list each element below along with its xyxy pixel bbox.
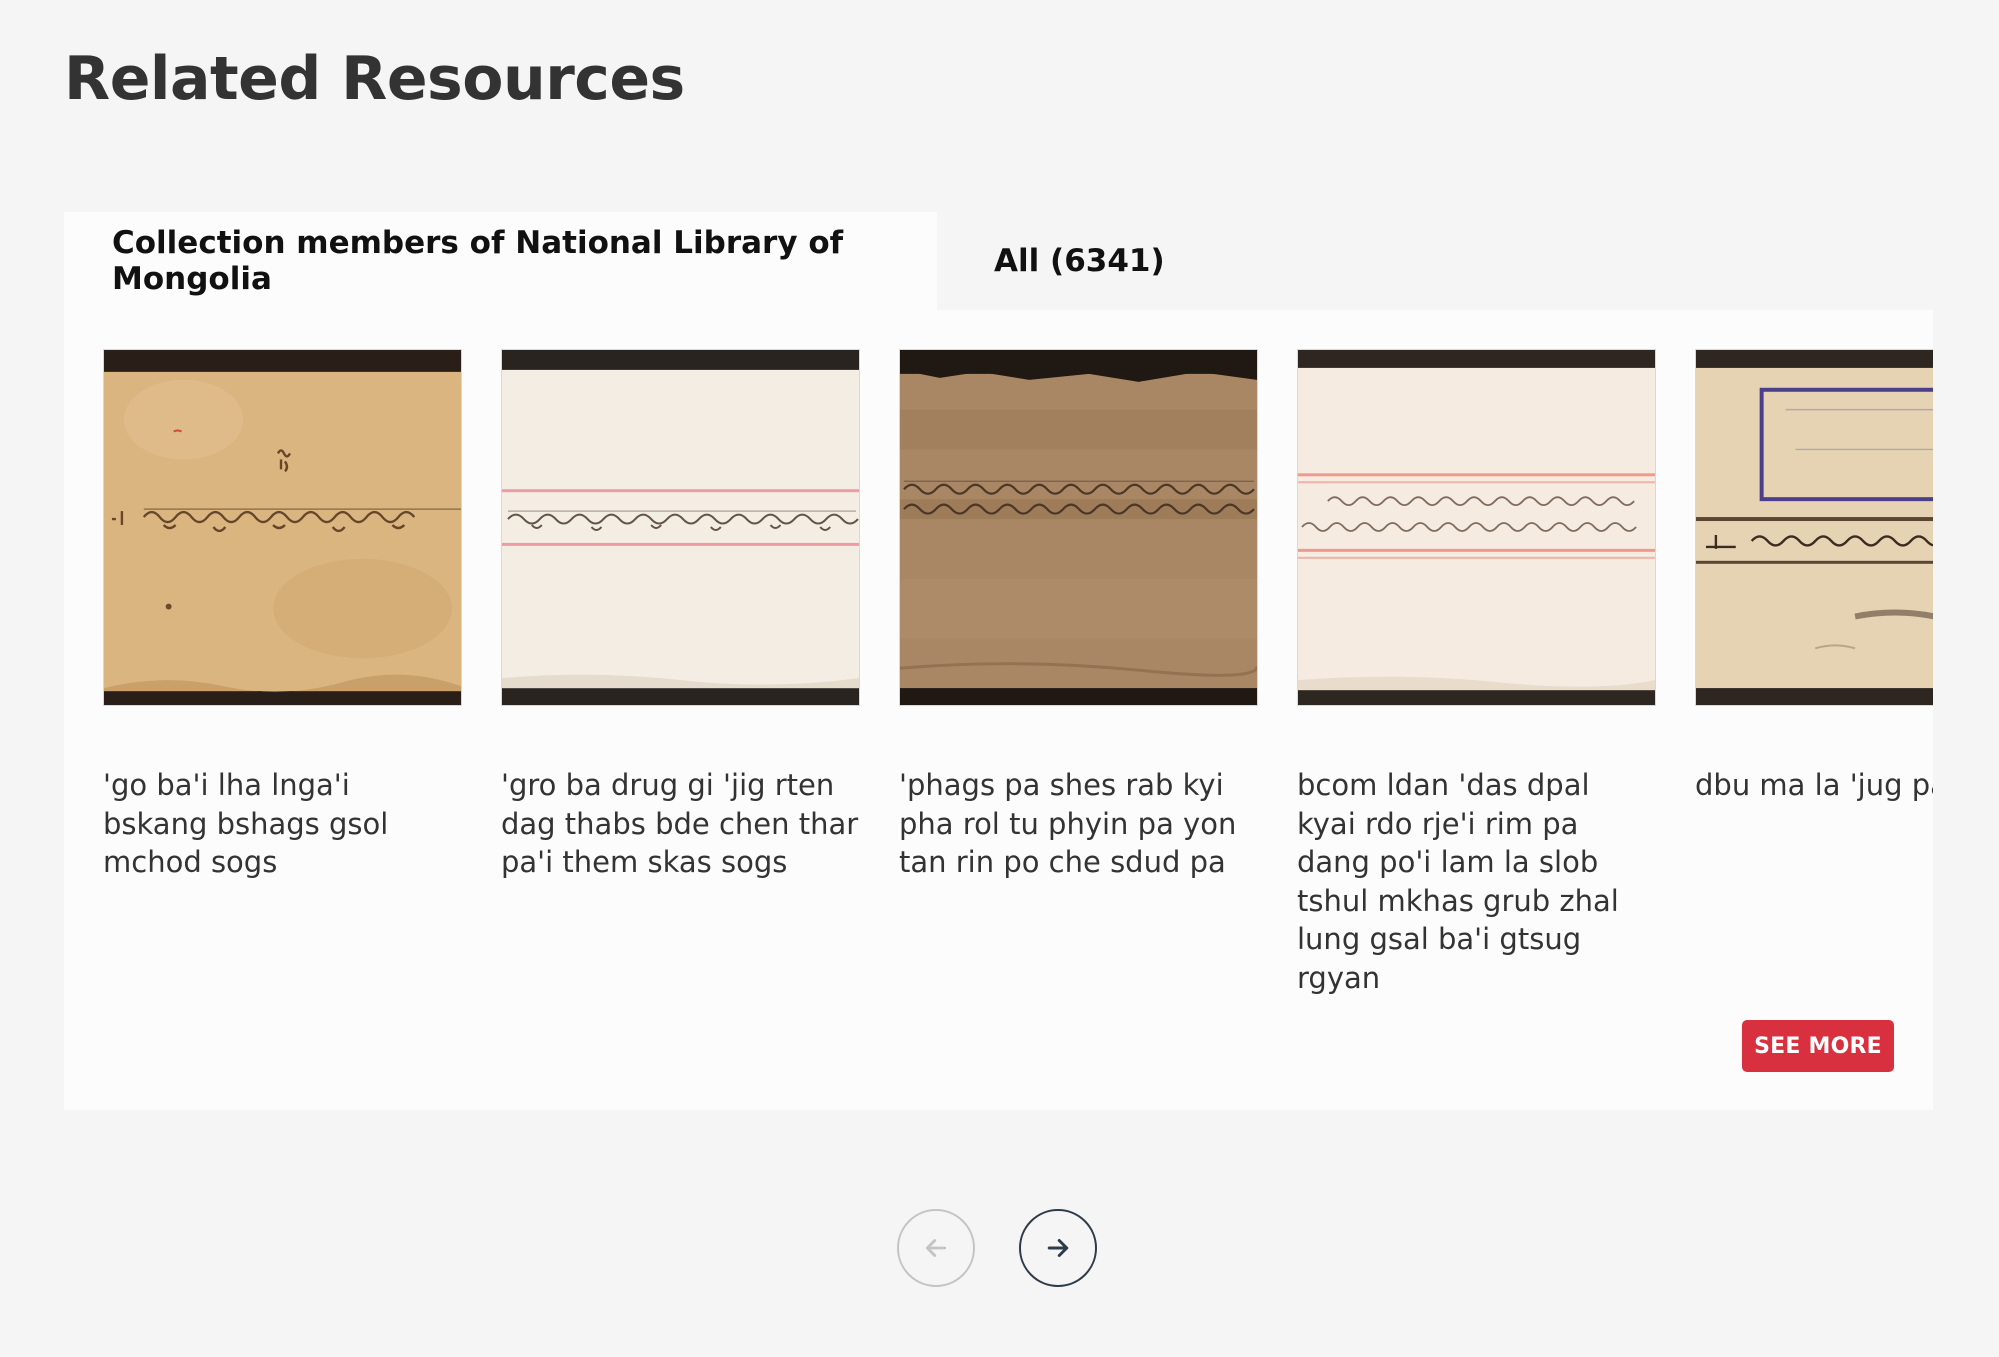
resource-card[interactable]: 'phags pa shes rab kyi pha rol tu phyin … [899, 349, 1258, 882]
card-title[interactable]: bcom ldan 'das dpal kyai rdo rje'i rim p… [1297, 766, 1656, 997]
carousel-prev-button[interactable] [897, 1209, 975, 1287]
resource-card[interactable]: dbu ma la 'jug pa [1695, 349, 1933, 805]
arrow-left-icon [925, 1239, 947, 1257]
resource-carousel: 'go ba'i lha lnga'i bskang bshags gsol m… [64, 310, 1933, 1110]
resource-card[interactable]: bcom ldan 'das dpal kyai rdo rje'i rim p… [1297, 349, 1656, 997]
tab-collection-members[interactable]: Collection members of National Library o… [64, 212, 937, 310]
resource-card[interactable]: 'go ba'i lha lnga'i bskang bshags gsol m… [103, 349, 462, 882]
manuscript-thumbnail[interactable] [1695, 349, 1933, 706]
manuscript-thumbnail[interactable] [103, 349, 462, 706]
card-title[interactable]: 'gro ba drug gi 'jig rten dag thabs bde … [501, 766, 860, 882]
card-title[interactable]: 'go ba'i lha lnga'i bskang bshags gsol m… [103, 766, 462, 882]
carousel-next-button[interactable] [1019, 1209, 1097, 1287]
tab-all[interactable]: All (6341) [937, 212, 1165, 310]
manuscript-thumbnail[interactable] [1297, 349, 1656, 706]
manuscript-thumbnail[interactable] [899, 349, 1258, 706]
see-more-button[interactable]: SEE MORE [1742, 1020, 1894, 1072]
arrow-right-icon [1047, 1239, 1069, 1257]
page-title: Related Resources [64, 44, 685, 114]
manuscript-thumbnail[interactable] [501, 349, 860, 706]
card-title[interactable]: dbu ma la 'jug pa [1695, 766, 1933, 805]
tab-bar: Collection members of National Library o… [64, 212, 1165, 310]
card-title[interactable]: 'phags pa shes rab kyi pha rol tu phyin … [899, 766, 1258, 882]
resource-card[interactable]: 'gro ba drug gi 'jig rten dag thabs bde … [501, 349, 860, 882]
